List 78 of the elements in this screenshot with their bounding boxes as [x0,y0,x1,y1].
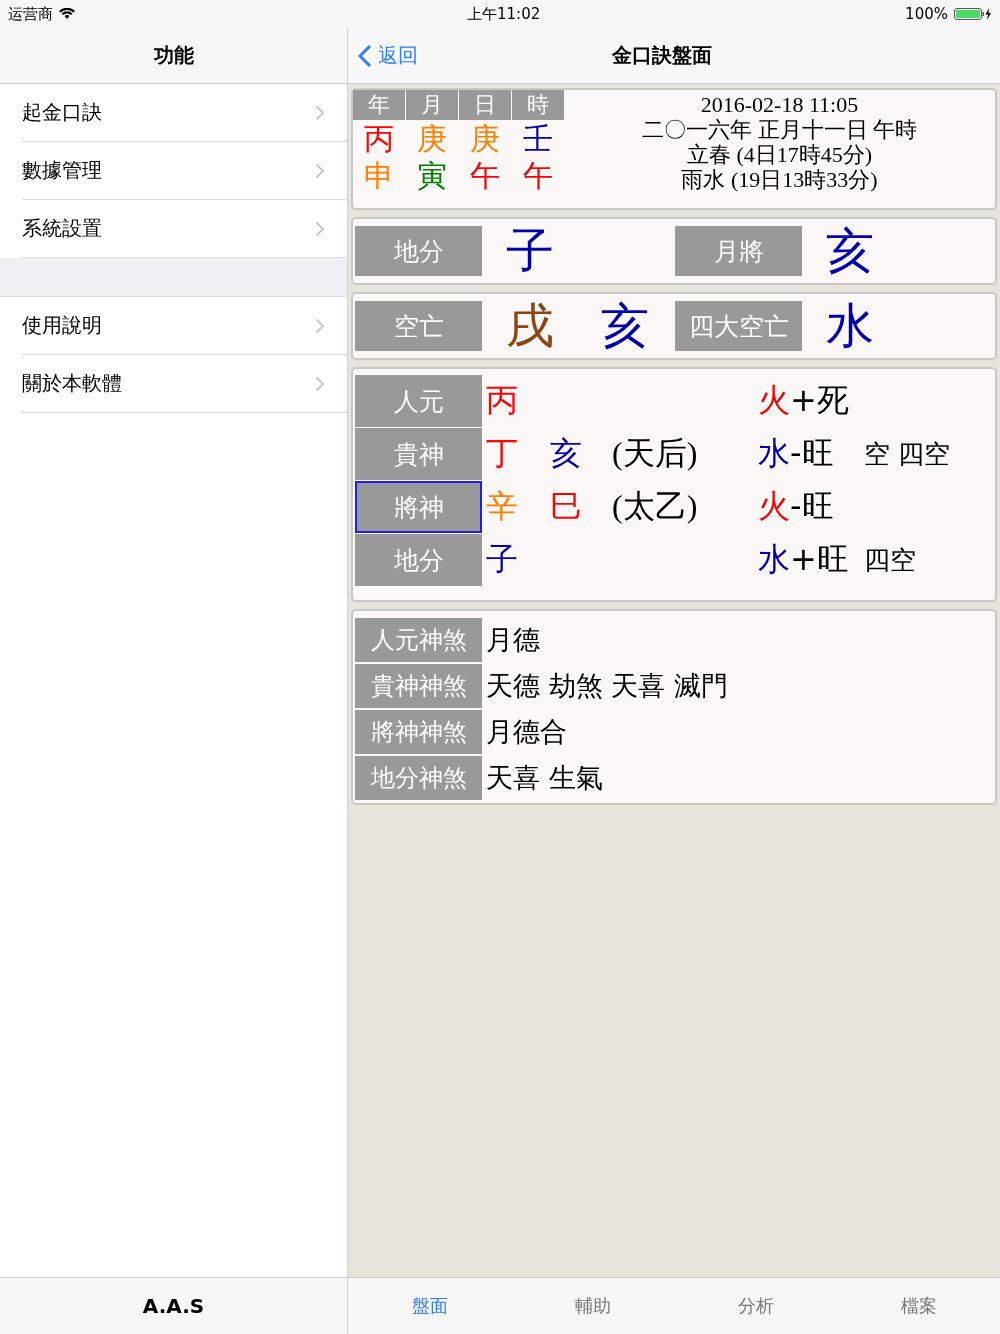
back-button[interactable]: 返回 [348,42,418,69]
general-name: (太乙) [612,488,698,524]
big-char: 戌 [504,296,555,355]
element-char: 火 [758,381,790,419]
branch-char: 申 [363,157,395,194]
big-char: 亥 [824,221,875,280]
layer-label[interactable]: 人元 [355,375,482,427]
date-line: 2016-02-18 11:05 [700,92,859,117]
wifi-icon [59,8,75,20]
branch-char: 午 [522,157,554,194]
chevron-icon [315,162,325,179]
branch-char: 寅 [416,157,448,194]
layer-char: 辛 [486,486,518,527]
element-char: 水 [758,434,790,472]
field-label: 月將 [675,226,802,276]
menu-item[interactable]: 使用說明 [22,297,347,355]
layer-char: 子 [486,539,518,580]
sidebar-title: 功能 [153,42,194,69]
tab[interactable]: 檔案 [837,1278,1000,1334]
element-state: -旺 [790,487,834,525]
shensha-label: 地分神煞 [355,756,482,800]
carrier-name: 运营商 [8,4,53,24]
pillar-header: 年 [353,90,405,120]
status-time: 上午11:02 [467,5,541,24]
chevron-icon [315,220,325,237]
app-name: A.A.S [142,1294,205,1318]
chevron-icon [315,375,325,392]
big-char: 子 [504,221,555,280]
layer-char: 亥 [550,433,582,474]
tab[interactable]: 分析 [674,1278,837,1334]
layer-char: 巳 [550,486,582,527]
stem-char: 壬 [522,120,554,157]
date-line: 二〇一六年 正月十一日 午時 [642,117,917,142]
date-line: 立春 (4日17時45分) [686,142,873,167]
tab[interactable]: 盤面 [348,1278,511,1334]
big-char: 亥 [599,296,650,355]
void-tags: 空 四空 [864,436,951,472]
big-char: 水 [824,296,875,355]
shensha-value: 天喜 生氣 [485,761,603,795]
stem-char: 庚 [469,120,501,157]
pillar-header: 月 [406,90,458,120]
general-name: (天后) [612,435,698,471]
menu-item[interactable]: 數據管理 [22,142,347,200]
field-label: 空亡 [355,301,482,351]
layer-label[interactable]: 將神 [355,481,482,533]
element-char: 火 [758,487,790,525]
layer-char: 丁 [486,433,518,474]
void-tags: 四空 [864,542,916,578]
battery-percent: 100% [905,5,948,23]
page-title: 金口訣盤面 [612,42,712,69]
layer-label[interactable]: 地分 [355,534,482,586]
shensha-value: 月德合 [485,715,567,749]
stem-char: 庚 [416,120,448,157]
element-state: +死 [790,381,849,419]
shensha-label: 貴神神煞 [355,664,482,708]
branch-char: 午 [469,157,501,194]
layer-char: 丙 [486,380,518,421]
element-state: +旺 [790,540,849,578]
element-char: 水 [758,540,790,578]
chevron-icon [315,317,325,334]
chevron-icon [358,43,372,68]
tab[interactable]: 輔助 [511,1278,674,1334]
element-state: -旺 [790,434,834,472]
stem-char: 丙 [363,120,395,157]
shensha-value: 天德 劫煞 天喜 滅門 [485,669,728,703]
layer-label[interactable]: 貴神 [355,428,482,480]
shensha-label: 將神神煞 [355,710,482,754]
pillar-header: 時 [512,90,564,120]
field-label: 地分 [355,226,482,276]
pillar-header: 日 [459,90,511,120]
field-label: 四大空亡 [675,301,802,351]
shensha-label: 人元神煞 [355,618,482,662]
menu-item[interactable]: 關於本軟體 [22,355,347,413]
battery-icon [954,7,994,21]
menu-item[interactable]: 起金口訣 [22,84,347,142]
shensha-value: 月德 [485,623,540,657]
date-line: 雨水 (19日13時33分) [681,167,878,192]
chevron-icon [315,104,325,121]
